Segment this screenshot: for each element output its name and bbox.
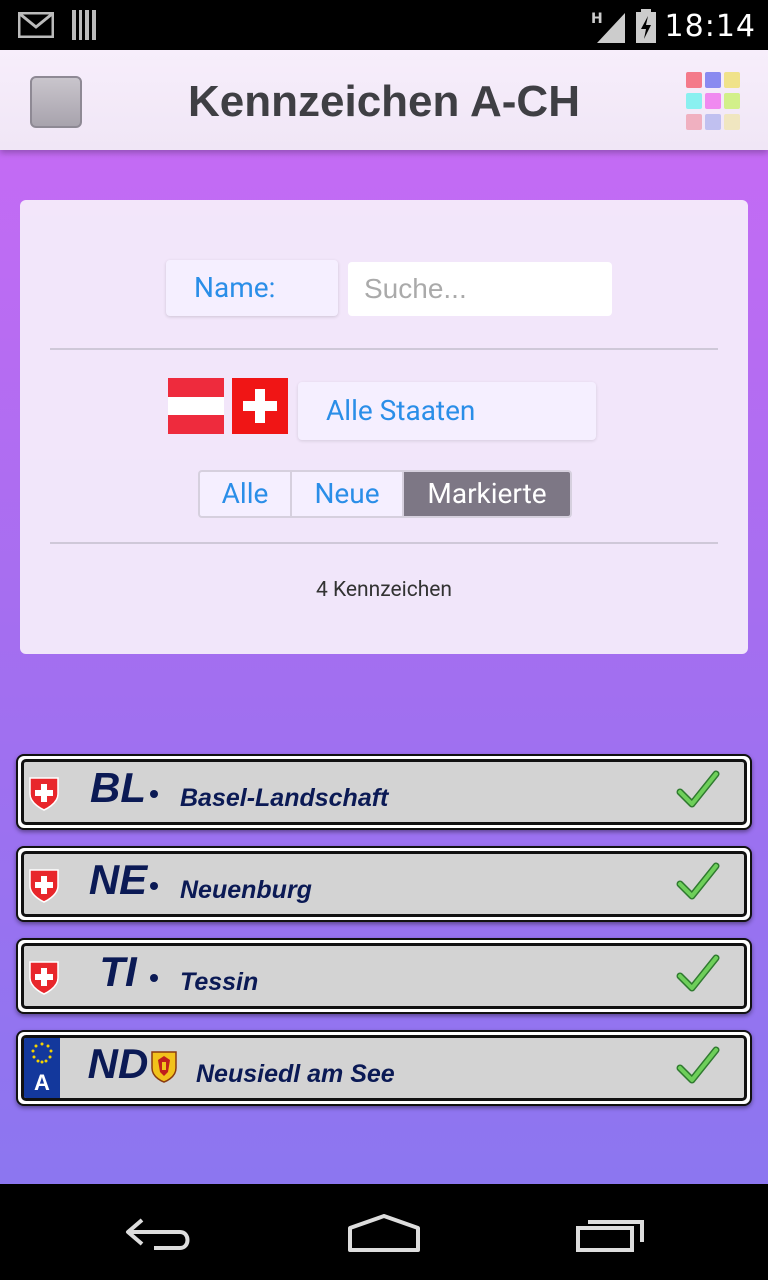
page-title: Kennzeichen A-CH: [188, 77, 580, 126]
list-item[interactable]: A ND Neusiedl am See: [16, 1030, 752, 1106]
eu-stars-icon: [31, 1042, 53, 1064]
plate-region-name: Neusiedl am See: [196, 1060, 395, 1088]
eu-country-band: A: [24, 1038, 60, 1098]
list-item[interactable]: TI Tessin: [16, 938, 752, 1014]
check-icon[interactable]: [676, 952, 720, 996]
austria-flag-icon[interactable]: [168, 378, 224, 434]
segment-all[interactable]: Alle: [200, 472, 292, 516]
plate-region-name: Tessin: [180, 968, 259, 996]
signal-icon: H: [591, 11, 625, 43]
segment-marked[interactable]: Markierte: [404, 472, 570, 516]
back-icon[interactable]: [124, 1214, 196, 1254]
clock: 18:14: [664, 8, 756, 44]
divider: [50, 542, 718, 544]
divider: [50, 348, 718, 350]
main-content: Name: Alle Staaten Alle Neue Markierte 4…: [0, 150, 768, 1184]
swiss-shield-icon: [29, 869, 59, 903]
plate-code: BL: [90, 764, 146, 811]
plate-code: TI: [99, 948, 137, 995]
list-item[interactable]: BL Basel-Landschaft: [16, 754, 752, 830]
gmail-notification-icon: [18, 12, 54, 38]
state-select[interactable]: Alle Staaten: [298, 382, 596, 440]
segment-new[interactable]: Neue: [292, 472, 404, 516]
burgenland-crest-icon: [151, 1051, 177, 1083]
svg-text:H: H: [591, 11, 603, 27]
grid-swatch: [686, 114, 702, 130]
check-icon[interactable]: [676, 860, 720, 904]
plate-region-name: Basel-Landschaft: [180, 784, 389, 812]
check-icon[interactable]: [676, 768, 720, 812]
search-input[interactable]: [348, 262, 612, 316]
separator-dot: [150, 974, 158, 982]
separator-dot: [150, 790, 158, 798]
grid-swatch: [686, 72, 702, 88]
app-bar: Kennzeichen A-CH: [0, 50, 768, 150]
barcode-notification-icon: [72, 10, 96, 40]
swiss-shield-icon: [29, 961, 59, 995]
name-label: Name:: [166, 260, 338, 316]
status-bar: H 18:14: [0, 0, 768, 50]
battery-icon: [635, 9, 656, 43]
navigation-bar: [0, 1184, 768, 1280]
grid-swatch: [705, 93, 721, 109]
switzerland-flag-icon[interactable]: [232, 378, 288, 434]
grid-swatch: [686, 93, 702, 109]
check-icon[interactable]: [676, 1044, 720, 1088]
recent-apps-icon[interactable]: [574, 1214, 646, 1254]
separator-dot: [150, 882, 158, 890]
filter-panel: Name: Alle Staaten Alle Neue Markierte 4…: [20, 200, 748, 654]
plate-code: NE: [88, 856, 148, 903]
color-grid-button[interactable]: [686, 72, 746, 132]
grid-swatch: [705, 72, 721, 88]
swiss-shield-icon: [29, 777, 59, 811]
grid-swatch: [724, 114, 740, 130]
plate-region-name: Neuenburg: [180, 876, 312, 904]
list-item[interactable]: NE Neuenburg: [16, 846, 752, 922]
result-count: 4 Kennzeichen: [315, 578, 453, 602]
filter-segmented-control: Alle Neue Markierte: [198, 470, 572, 518]
grid-swatch: [705, 114, 721, 130]
grid-swatch: [724, 93, 740, 109]
grid-swatch: [724, 72, 740, 88]
home-icon[interactable]: [346, 1214, 422, 1254]
country-code: A: [34, 1070, 50, 1095]
